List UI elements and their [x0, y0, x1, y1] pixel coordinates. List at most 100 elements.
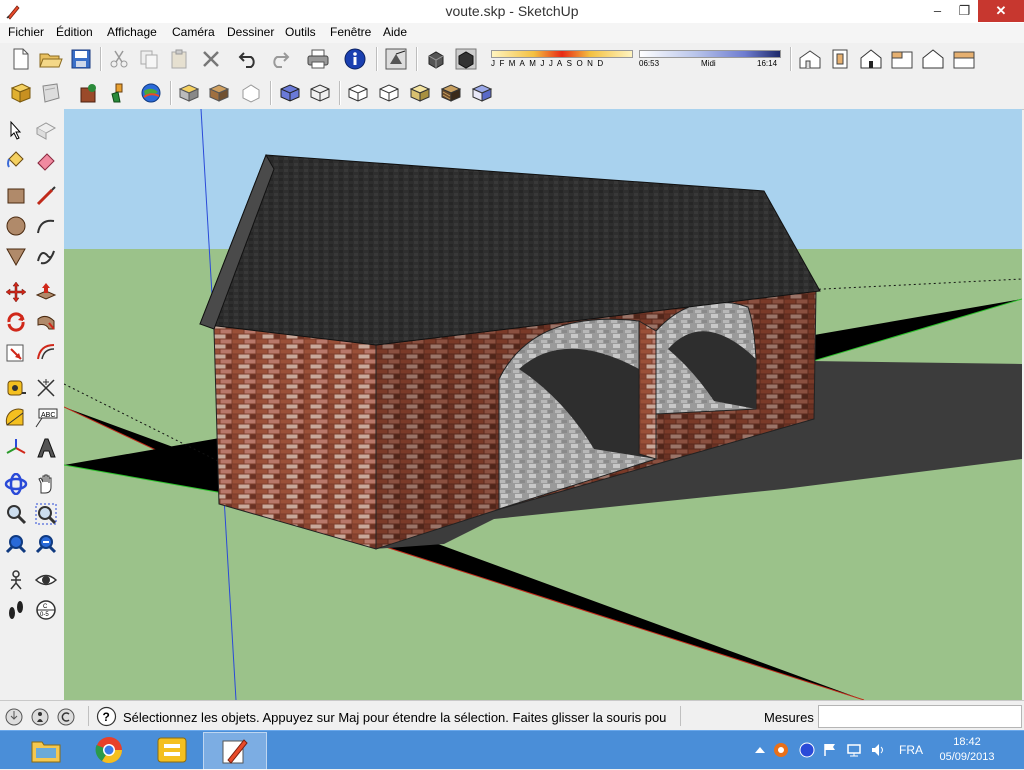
tape-measure-icon[interactable]	[3, 375, 29, 401]
save-icon[interactable]	[68, 46, 94, 72]
file-explorer-icon[interactable]	[15, 732, 77, 768]
monochrome-icon[interactable]	[469, 80, 495, 106]
geo-location-icon[interactable]	[4, 707, 24, 727]
close-button[interactable]: ✕	[978, 0, 1024, 22]
zoom-extents-icon[interactable]	[3, 531, 29, 557]
scale-icon[interactable]	[3, 339, 29, 365]
redo-icon[interactable]	[266, 46, 292, 72]
component-make-icon[interactable]	[33, 117, 59, 143]
app-launcher-icon[interactable]	[141, 732, 203, 768]
orbit-icon[interactable]	[3, 471, 29, 497]
paint-bucket-icon[interactable]	[3, 147, 29, 173]
circle-icon[interactable]	[3, 213, 29, 239]
minimize-button[interactable]: –	[924, 0, 951, 22]
show-hidden-icons[interactable]	[752, 742, 768, 758]
volume-icon[interactable]	[870, 742, 886, 758]
menu-fichier[interactable]: Fichier	[8, 25, 44, 39]
text-icon[interactable]: ABC	[33, 405, 59, 431]
measures-input[interactable]	[818, 705, 1022, 728]
menu-edition[interactable]: Édition	[56, 25, 93, 39]
look-around-icon[interactable]	[33, 567, 59, 593]
section-plane-icon[interactable]: C 0-5	[33, 597, 59, 623]
model-info-icon[interactable]	[342, 46, 368, 72]
menu-fenetre[interactable]: Fenêtre	[330, 25, 371, 39]
shadow-time-gradient[interactable]	[639, 50, 781, 58]
paste-icon[interactable]	[166, 46, 192, 72]
network-icon[interactable]	[846, 742, 862, 758]
delete-icon[interactable]	[198, 46, 224, 72]
share-model-icon[interactable]	[38, 80, 64, 106]
new-icon[interactable]	[8, 46, 34, 72]
preview-icon[interactable]	[206, 80, 232, 106]
cut-icon[interactable]	[106, 46, 132, 72]
shadow-time-slider[interactable]: 06:53 Midi 16:14	[639, 47, 781, 71]
warehouse-icon[interactable]	[106, 80, 132, 106]
back-view-icon[interactable]	[920, 46, 946, 72]
extension-icon[interactable]	[238, 80, 264, 106]
zoom-icon[interactable]	[3, 501, 29, 527]
push-pull-icon[interactable]	[33, 279, 59, 305]
freehand-icon[interactable]	[33, 243, 59, 269]
left-view-icon[interactable]	[951, 46, 977, 72]
follow-me-icon[interactable]	[33, 309, 59, 335]
copyright-icon[interactable]	[56, 707, 76, 727]
dimension-icon[interactable]	[33, 375, 59, 401]
polygon-icon[interactable]	[3, 243, 29, 269]
protractor-icon[interactable]	[3, 405, 29, 431]
move-icon[interactable]	[3, 279, 29, 305]
shadow-date-slider[interactable]: J F M A M J J A S O N D	[491, 47, 633, 71]
menu-camera[interactable]: Caméra	[172, 25, 215, 39]
component-icon[interactable]	[176, 80, 202, 106]
select-icon[interactable]	[3, 117, 29, 143]
copy-icon[interactable]	[136, 46, 162, 72]
front-view-icon[interactable]	[858, 46, 884, 72]
shadow-date-gradient[interactable]	[491, 50, 633, 58]
fog-toggle-icon[interactable]	[423, 46, 449, 72]
maximize-button[interactable]: ❐	[951, 0, 978, 22]
sketchup-taskbar-icon[interactable]	[203, 732, 267, 770]
get-models-icon[interactable]	[8, 80, 34, 106]
3d-text-icon[interactable]	[33, 435, 59, 461]
xray-icon[interactable]	[277, 80, 303, 106]
menu-outils[interactable]: Outils	[285, 25, 316, 39]
shaded-icon[interactable]	[407, 80, 433, 106]
walk-icon[interactable]	[3, 597, 29, 623]
arc-icon[interactable]	[33, 213, 59, 239]
google-earth-icon[interactable]	[138, 80, 164, 106]
hidden-line-icon[interactable]	[345, 80, 371, 106]
xray-toggle-icon[interactable]	[453, 46, 479, 72]
pan-icon[interactable]	[33, 471, 59, 497]
print-icon[interactable]	[305, 46, 331, 72]
open-icon[interactable]	[38, 46, 64, 72]
previous-view-icon[interactable]	[33, 531, 59, 557]
undo-icon[interactable]	[236, 46, 262, 72]
top-view-icon[interactable]	[827, 46, 853, 72]
menu-dessiner[interactable]: Dessiner	[227, 25, 274, 39]
position-camera-icon[interactable]	[3, 567, 29, 593]
language-indicator[interactable]: FRA	[899, 743, 923, 757]
credits-icon[interactable]	[30, 707, 50, 727]
zoom-window-icon[interactable]	[33, 501, 59, 527]
offset-icon[interactable]	[33, 339, 59, 365]
shadow-toggle-icon[interactable]	[383, 46, 409, 72]
eraser-icon[interactable]	[33, 147, 59, 173]
menu-aide[interactable]: Aide	[383, 25, 407, 39]
system-clock[interactable]: 18:42 05/09/2013	[932, 735, 1002, 765]
iso-view-icon[interactable]	[797, 46, 823, 72]
line-icon[interactable]	[33, 183, 59, 209]
drawing-area-viewport[interactable]	[64, 109, 1022, 700]
action-center-icon[interactable]	[822, 742, 838, 758]
hidden-line-2-icon[interactable]	[376, 80, 402, 106]
share-component-icon[interactable]	[76, 80, 102, 106]
axes-icon[interactable]	[3, 435, 29, 461]
shaded-textures-icon[interactable]	[438, 80, 464, 106]
right-view-icon[interactable]	[889, 46, 915, 72]
3d-scene[interactable]	[64, 109, 1022, 700]
wireframe-icon[interactable]	[307, 80, 333, 106]
avast-icon[interactable]	[773, 742, 789, 758]
help-icon[interactable]: ?	[96, 706, 117, 727]
rectangle-icon[interactable]	[3, 183, 29, 209]
menu-affichage[interactable]: Affichage	[107, 25, 157, 39]
chrome-icon[interactable]	[78, 732, 140, 768]
tray-app-icon[interactable]	[799, 742, 815, 758]
